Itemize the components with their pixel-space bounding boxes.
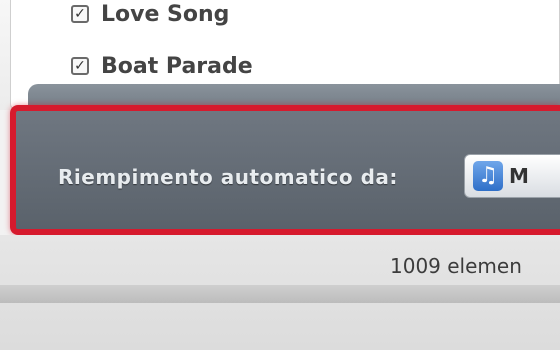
- song-title: Boat Parade: [101, 53, 253, 79]
- footer-strip: [0, 285, 560, 303]
- music-note-icon: ♫: [473, 161, 503, 191]
- item-count: 1009 elemen: [390, 254, 522, 278]
- checkbox-checked-icon[interactable]: ✓: [71, 5, 89, 23]
- song-title: Love Song: [101, 1, 230, 27]
- list-item[interactable]: ✓ Love Song: [71, 0, 229, 29]
- checkbox-checked-icon[interactable]: ✓: [71, 57, 89, 75]
- autofill-source-button[interactable]: ♫ M: [464, 154, 560, 198]
- autofill-source-label: M: [509, 164, 529, 188]
- autofill-label: Riempimento automatico da:: [58, 165, 398, 189]
- list-item[interactable]: ✓ Boat Parade: [71, 51, 253, 81]
